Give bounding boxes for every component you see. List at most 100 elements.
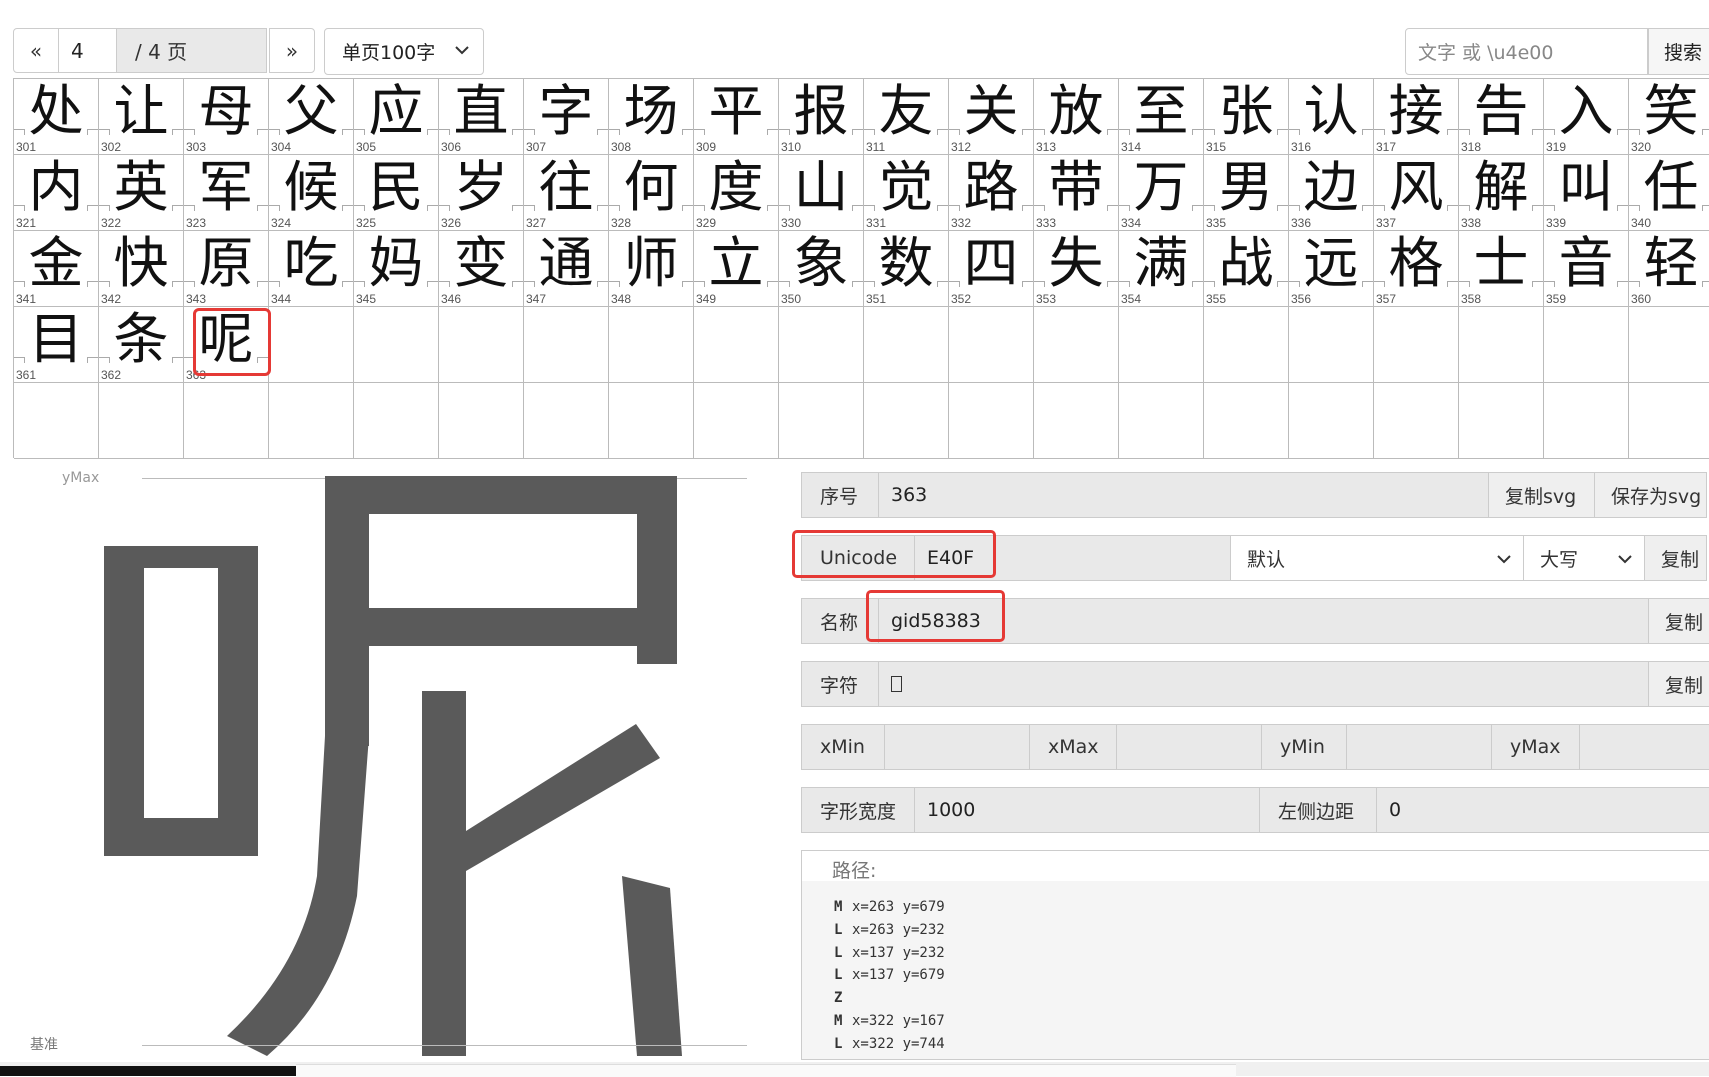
glyph-cell[interactable] xyxy=(864,383,949,459)
glyph-cell[interactable] xyxy=(269,383,354,459)
glyph-cell[interactable]: 妈 345 xyxy=(354,231,439,307)
glyph-cell[interactable]: 笑 320 xyxy=(1629,79,1709,155)
glyph-cell[interactable]: 度 329 xyxy=(694,155,779,231)
glyph-cell[interactable] xyxy=(1374,383,1459,459)
glyph-cell[interactable] xyxy=(1289,307,1374,383)
glyph-cell[interactable] xyxy=(1544,383,1629,459)
glyph-cell[interactable]: 通 347 xyxy=(524,231,609,307)
glyph-cell[interactable] xyxy=(1459,307,1544,383)
glyph-cell[interactable]: 立 349 xyxy=(694,231,779,307)
copy-svg-button[interactable]: 复制svg xyxy=(1489,472,1595,518)
page-number-input[interactable]: 4 xyxy=(59,28,117,73)
prev-page-button[interactable]: « xyxy=(13,28,59,73)
glyph-cell[interactable]: 关 312 xyxy=(949,79,1034,155)
glyph-cell[interactable]: 吃 344 xyxy=(269,231,354,307)
glyph-cell[interactable] xyxy=(524,383,609,459)
glyph-cell[interactable]: 平 309 xyxy=(694,79,779,155)
search-button[interactable]: 搜索 xyxy=(1648,28,1709,75)
glyph-cell[interactable] xyxy=(609,383,694,459)
glyph-cell[interactable] xyxy=(779,307,864,383)
glyph-cell[interactable] xyxy=(439,383,524,459)
copy-unicode-button[interactable]: 复制 xyxy=(1645,535,1707,581)
glyph-cell[interactable]: 候 324 xyxy=(269,155,354,231)
glyph-width-field[interactable]: 1000 xyxy=(915,787,1260,833)
next-page-button[interactable]: » xyxy=(269,28,315,73)
glyph-cell[interactable] xyxy=(1289,383,1374,459)
glyph-cell[interactable]: 解 338 xyxy=(1459,155,1544,231)
glyph-cell[interactable] xyxy=(1034,307,1119,383)
glyph-cell[interactable]: 边 336 xyxy=(1289,155,1374,231)
glyph-cell[interactable] xyxy=(694,383,779,459)
per-page-select[interactable]: 单页100字 xyxy=(324,28,484,75)
glyph-cell[interactable] xyxy=(14,383,99,459)
glyph-cell[interactable] xyxy=(1544,307,1629,383)
char-field[interactable] xyxy=(879,661,1649,707)
glyph-cell[interactable]: 失 353 xyxy=(1034,231,1119,307)
glyph-cell[interactable]: 变 346 xyxy=(439,231,524,307)
glyph-cell[interactable] xyxy=(439,307,524,383)
glyph-cell[interactable] xyxy=(949,383,1034,459)
glyph-cell[interactable] xyxy=(609,307,694,383)
glyph-cell[interactable]: 目 361 xyxy=(14,307,99,383)
glyph-cell[interactable]: 师 348 xyxy=(609,231,694,307)
glyph-cell[interactable]: 万 334 xyxy=(1119,155,1204,231)
case-select[interactable]: 大写 xyxy=(1524,535,1645,581)
glyph-cell[interactable]: 象 350 xyxy=(779,231,864,307)
glyph-cell[interactable] xyxy=(1204,383,1289,459)
glyph-cell[interactable] xyxy=(864,307,949,383)
glyph-cell[interactable] xyxy=(269,307,354,383)
glyph-cell[interactable]: 何 328 xyxy=(609,155,694,231)
glyph-cell[interactable]: 风 337 xyxy=(1374,155,1459,231)
glyph-cell[interactable] xyxy=(99,383,184,459)
glyph-cell[interactable]: 场 308 xyxy=(609,79,694,155)
glyph-cell[interactable]: 处 301 xyxy=(14,79,99,155)
glyph-cell[interactable] xyxy=(354,307,439,383)
xmax-field[interactable] xyxy=(1117,724,1262,770)
glyph-cell[interactable]: 告 318 xyxy=(1459,79,1544,155)
encoding-select[interactable]: 默认 xyxy=(1231,535,1524,581)
glyph-cell[interactable] xyxy=(1629,307,1709,383)
glyph-cell[interactable]: 叫 339 xyxy=(1544,155,1629,231)
glyph-cell[interactable]: 让 302 xyxy=(99,79,184,155)
ymin-field[interactable] xyxy=(1347,724,1492,770)
xmin-field[interactable] xyxy=(885,724,1030,770)
glyph-cell[interactable] xyxy=(779,383,864,459)
glyph-cell[interactable] xyxy=(1119,383,1204,459)
glyph-cell[interactable]: 格 357 xyxy=(1374,231,1459,307)
glyph-cell[interactable]: 远 356 xyxy=(1289,231,1374,307)
glyph-cell[interactable]: 内 321 xyxy=(14,155,99,231)
copy-char-button[interactable]: 复制 xyxy=(1649,661,1709,707)
glyph-cell[interactable]: 父 304 xyxy=(269,79,354,155)
glyph-cell[interactable]: 路 332 xyxy=(949,155,1034,231)
glyph-cell[interactable] xyxy=(1629,383,1709,459)
glyph-cell[interactable]: 男 335 xyxy=(1204,155,1289,231)
glyph-cell[interactable]: 山 330 xyxy=(779,155,864,231)
left-bearing-field[interactable]: 0 xyxy=(1377,787,1709,833)
glyph-cell[interactable]: 至 314 xyxy=(1119,79,1204,155)
glyph-cell[interactable]: 满 354 xyxy=(1119,231,1204,307)
save-svg-button[interactable]: 保存为svg xyxy=(1595,472,1707,518)
glyph-cell[interactable]: 带 333 xyxy=(1034,155,1119,231)
glyph-cell[interactable]: 四 352 xyxy=(949,231,1034,307)
glyph-cell[interactable]: 认 316 xyxy=(1289,79,1374,155)
glyph-cell[interactable]: 轻 360 xyxy=(1629,231,1709,307)
glyph-cell[interactable]: 英 322 xyxy=(99,155,184,231)
glyph-cell[interactable]: 直 306 xyxy=(439,79,524,155)
glyph-cell[interactable] xyxy=(694,307,779,383)
glyph-cell[interactable]: 金 341 xyxy=(14,231,99,307)
glyph-cell[interactable] xyxy=(1034,383,1119,459)
glyph-cell[interactable]: 张 315 xyxy=(1204,79,1289,155)
glyph-cell[interactable] xyxy=(524,307,609,383)
glyph-cell[interactable] xyxy=(354,383,439,459)
glyph-cell[interactable]: 快 342 xyxy=(99,231,184,307)
glyph-cell[interactable]: 岁 326 xyxy=(439,155,524,231)
glyph-cell[interactable]: 任 340 xyxy=(1629,155,1709,231)
glyph-cell[interactable]: 报 310 xyxy=(779,79,864,155)
glyph-cell[interactable] xyxy=(1459,383,1544,459)
glyph-cell[interactable]: 应 305 xyxy=(354,79,439,155)
glyph-cell[interactable]: 友 311 xyxy=(864,79,949,155)
glyph-cell[interactable]: 数 351 xyxy=(864,231,949,307)
search-input[interactable]: 文字 或 \u4e00 xyxy=(1405,28,1648,75)
glyph-cell[interactable]: 接 317 xyxy=(1374,79,1459,155)
glyph-cell[interactable]: 民 325 xyxy=(354,155,439,231)
